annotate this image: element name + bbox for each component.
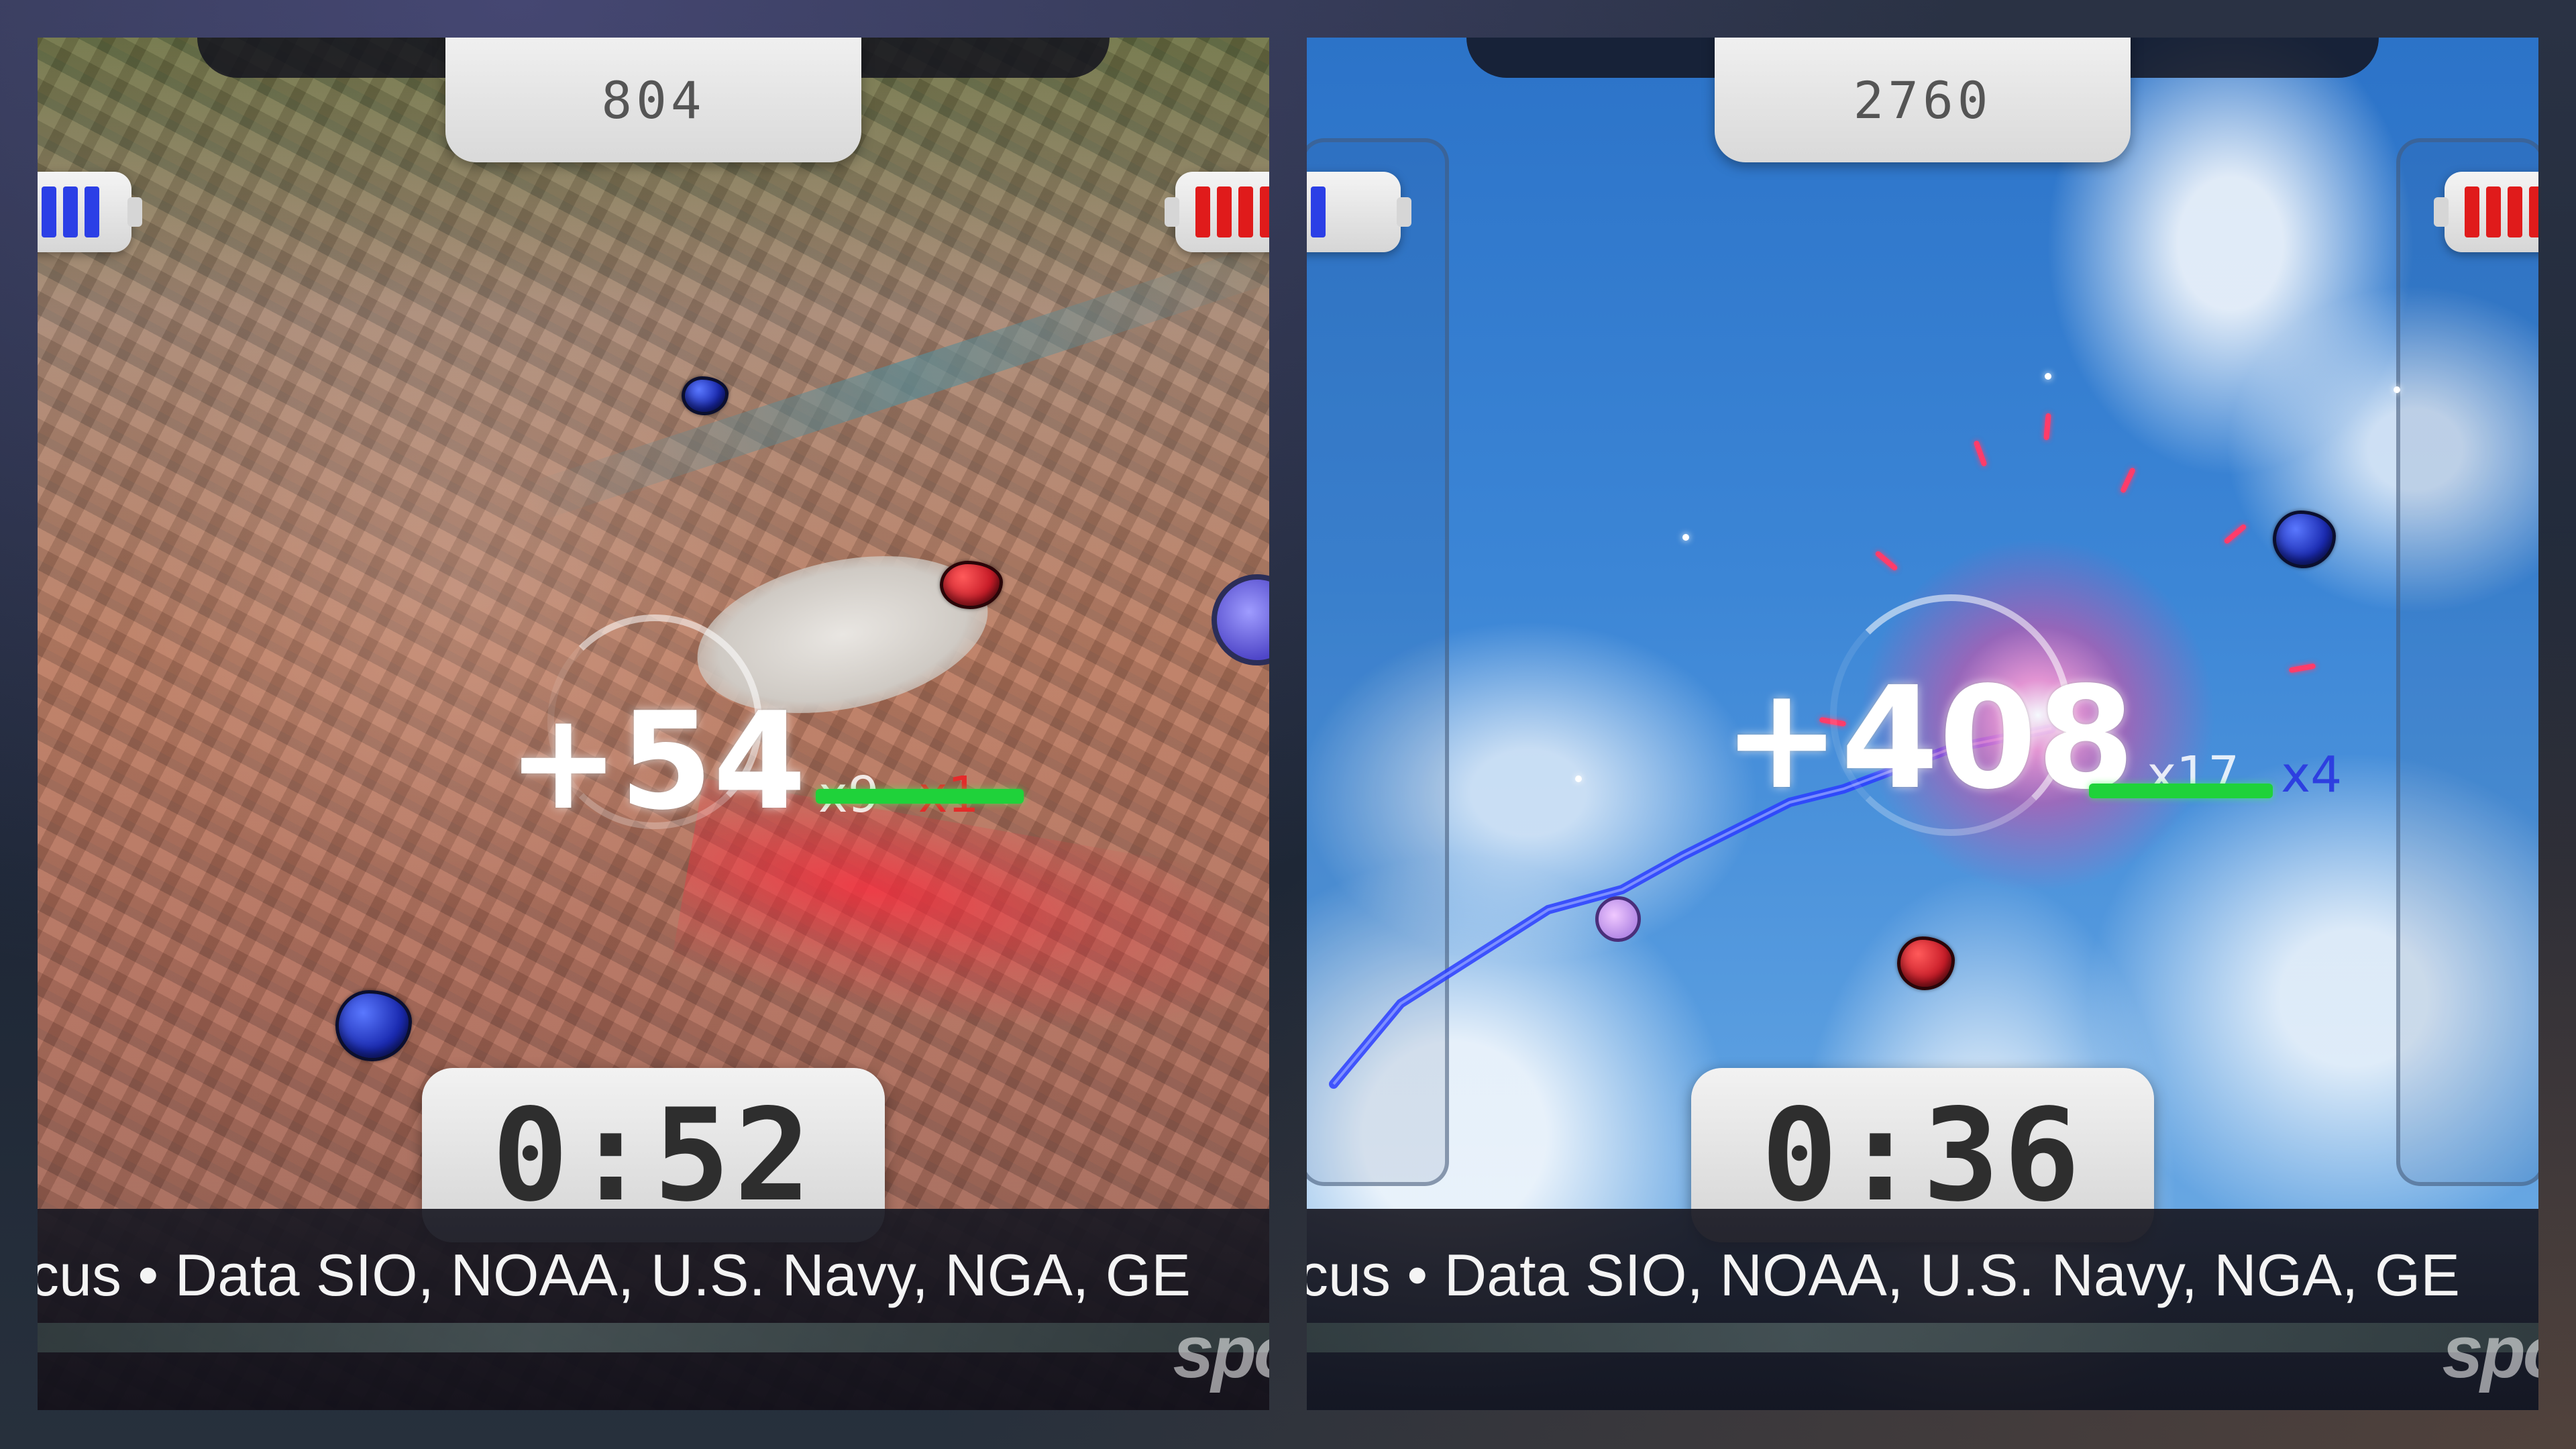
- star: [2394, 386, 2400, 393]
- points-popup: +54 x9 x1: [507, 695, 979, 829]
- river: [521, 236, 1269, 523]
- timer-value: 0:36: [1761, 1081, 2084, 1230]
- multiplier-label: x4: [2281, 746, 2343, 804]
- battery-icon: [2434, 172, 2538, 252]
- player-panel-left: 804 +54 x9 x1: [38, 38, 1269, 1410]
- battery-cells-right: [2465, 186, 2538, 237]
- score-display: 804: [445, 38, 861, 162]
- purple-orb[interactable]: [1595, 896, 1641, 942]
- ticker-text: cus • Data SIO, NOAA, U.S. Navy, NGA, GE: [38, 1242, 1191, 1308]
- credits-ticker: cus • Data SIO, NOAA, U.S. Navy, NGA, GE…: [1307, 1209, 2538, 1410]
- logo-text: spo: [2442, 1311, 2538, 1393]
- battery-icon: [38, 172, 142, 252]
- ticker-strip: [1307, 1323, 2538, 1352]
- credits-ticker: cus • Data SIO, NOAA, U.S. Navy, NGA, GE…: [38, 1209, 1269, 1410]
- combo-progress-bar: [2089, 784, 2273, 798]
- ticker-strip: [38, 1323, 1269, 1352]
- timer-value: 0:52: [492, 1081, 815, 1230]
- score-value: 2760: [1853, 70, 1992, 130]
- star: [1575, 775, 1582, 782]
- points-value: +54: [507, 684, 806, 840]
- combo-progress-bar: [816, 789, 1024, 804]
- player-panel-right: 2760 +408 x17 x4 0:36 cus • Data SIO, NO…: [1307, 38, 2538, 1410]
- points-value: +408: [1723, 656, 2135, 820]
- star: [1682, 534, 1689, 541]
- logo-text: spo: [1173, 1311, 1269, 1393]
- game-screen: 804 +54 x9 x1: [0, 0, 2576, 1449]
- score-display: 2760: [1715, 38, 2131, 162]
- battery-cells-left: [1311, 186, 1326, 237]
- battery-icon: [1307, 172, 1411, 252]
- score-value: 804: [601, 70, 706, 130]
- ticker-text: cus • Data SIO, NOAA, U.S. Navy, NGA, GE: [1307, 1242, 2460, 1308]
- battery-cells-right: [1195, 186, 1269, 237]
- star: [2045, 373, 2051, 380]
- battery-cells-left: [42, 186, 99, 237]
- battery-icon: [1165, 172, 1269, 252]
